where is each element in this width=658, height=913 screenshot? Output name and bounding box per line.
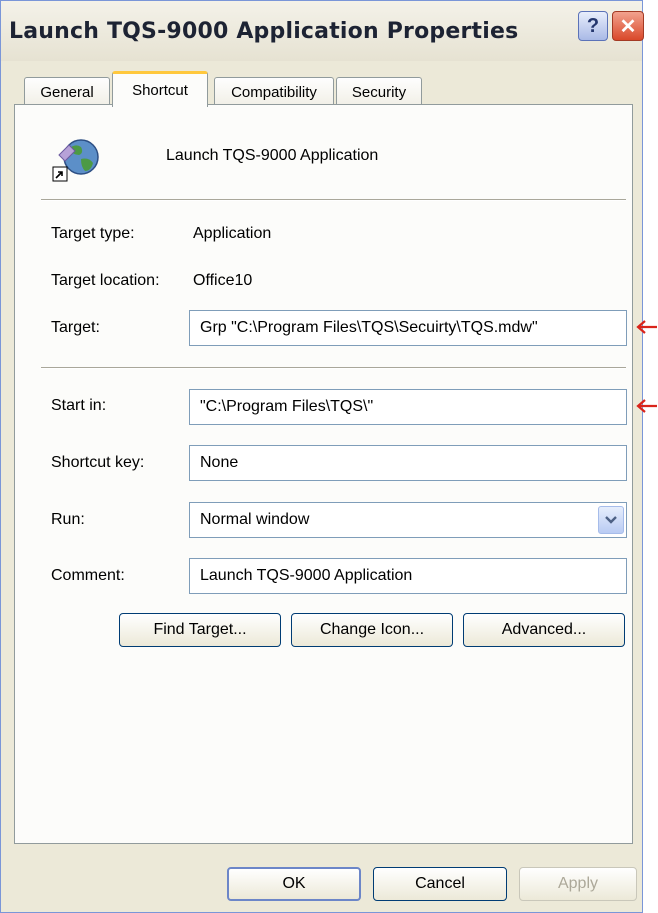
- separator: [41, 367, 626, 369]
- start-in-label: Start in:: [51, 397, 107, 414]
- tab-shortcut[interactable]: Shortcut: [112, 71, 208, 107]
- left-arrow-icon: [636, 320, 657, 334]
- target-type-value: Application: [193, 225, 272, 242]
- target-location-value: Office10: [193, 272, 253, 289]
- left-arrow-icon: [636, 399, 657, 413]
- tab-general[interactable]: General: [24, 77, 110, 106]
- chevron-down-icon[interactable]: [598, 506, 624, 534]
- properties-dialog: Launch TQS-9000 Application Properties ?…: [0, 0, 644, 913]
- title-bar[interactable]: Launch TQS-9000 Application Properties ?…: [1, 1, 644, 61]
- target-label: Target:: [51, 319, 100, 336]
- comment-label: Comment:: [51, 567, 125, 584]
- start-in-field[interactable]: "C:\Program Files\TQS\": [189, 389, 627, 425]
- run-label: Run:: [51, 511, 85, 528]
- tab-security[interactable]: Security: [336, 77, 422, 106]
- shortcut-name: Launch TQS-9000 Application: [166, 147, 379, 164]
- separator: [41, 199, 626, 201]
- target-field[interactable]: Grp "C:\Program Files\TQS\Secuirty\TQS.m…: [189, 310, 627, 346]
- close-button[interactable]: ✕: [612, 11, 644, 41]
- tab-compatibility[interactable]: Compatibility: [214, 77, 334, 106]
- window-title: Launch TQS-9000 Application Properties: [9, 19, 519, 44]
- advanced-button[interactable]: Advanced...: [463, 613, 625, 647]
- ok-button[interactable]: OK: [227, 867, 361, 901]
- target-location-label: Target location:: [51, 272, 160, 289]
- find-target-button[interactable]: Find Target...: [119, 613, 281, 647]
- globe-shortcut-icon: [52, 139, 99, 182]
- target-type-label: Target type:: [51, 225, 135, 242]
- shortcut-key-label: Shortcut key:: [51, 454, 145, 471]
- apply-button[interactable]: Apply: [519, 867, 637, 901]
- run-select-value: Normal window: [200, 511, 310, 528]
- cancel-button[interactable]: Cancel: [373, 867, 507, 901]
- help-button[interactable]: ?: [578, 11, 608, 41]
- change-icon-button[interactable]: Change Icon...: [291, 613, 453, 647]
- comment-field[interactable]: Launch TQS-9000 Application: [189, 558, 627, 594]
- shortcut-key-field[interactable]: None: [189, 445, 627, 481]
- run-select[interactable]: Normal window: [189, 502, 627, 538]
